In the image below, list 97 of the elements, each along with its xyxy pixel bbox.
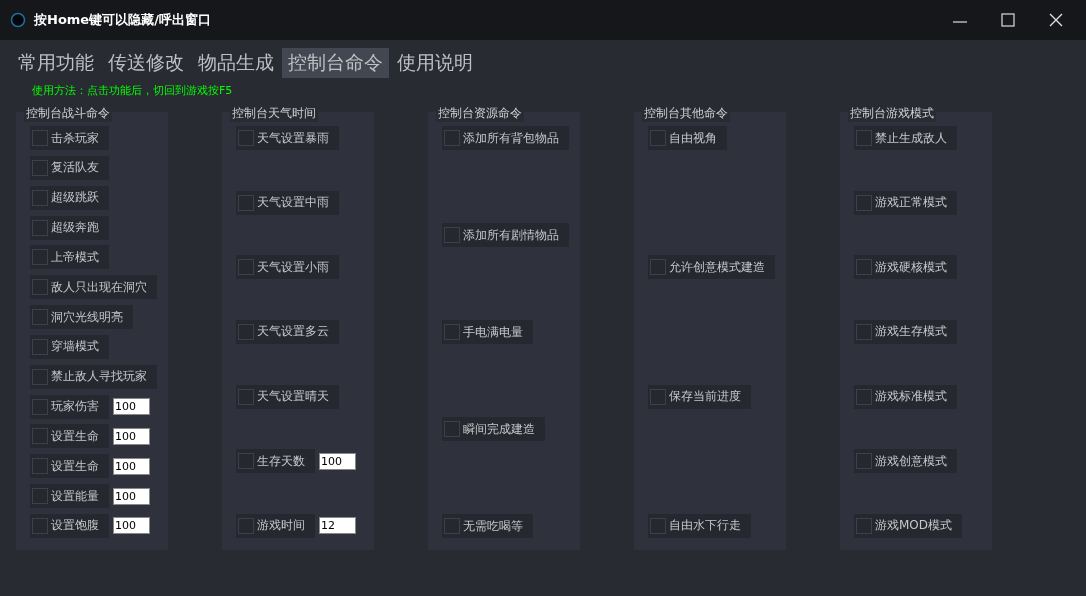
checkbox[interactable] [32,488,48,505]
checkbox-item[interactable]: 天气设置中雨 [236,190,339,215]
checkbox[interactable] [856,453,872,470]
maximize-icon [1001,13,1015,27]
tab[interactable]: 使用说明 [391,48,479,78]
checkbox[interactable] [32,309,48,326]
minimize-icon [953,21,967,23]
usage-hint: 使用方法：点击功能后，切回到游戏按F5 [32,84,233,97]
value-field[interactable]: 100 [113,517,150,535]
value-field[interactable]: 12 [319,517,356,535]
checkbox[interactable] [856,130,872,146]
tab[interactable]: 常用功能 [12,48,100,78]
checkbox-item[interactable]: 游戏硬核模式 [854,255,957,280]
checkbox[interactable] [32,189,48,206]
checkbox-item[interactable]: 手电满电量 [442,320,533,344]
checkbox-item[interactable]: 天气设置暴雨 [236,126,339,150]
checkbox-item[interactable]: 保存当前进度 [648,384,751,409]
group-title: 控制台游戏模式 [848,105,936,122]
checkbox-item[interactable]: 游戏创意模式 [854,449,957,474]
value-field[interactable]: 100 [319,452,356,470]
checkbox[interactable] [444,421,460,437]
checkbox-item[interactable]: 生存天数 [236,449,315,474]
checkbox[interactable] [32,279,48,296]
checkbox-item[interactable]: 天气设置多云 [236,319,339,344]
checkbox-item[interactable]: 自由水下行走 [648,514,751,538]
value-field[interactable]: 100 [113,487,150,505]
checkbox-item[interactable]: 游戏MOD模式 [854,513,963,538]
checkbox-item[interactable]: 添加所有剧情物品 [442,223,569,247]
tab[interactable]: 传送修改 [102,48,190,78]
checkbox-item[interactable]: 天气设置晴天 [236,384,339,409]
checkbox[interactable] [444,324,460,340]
checkbox[interactable] [238,323,254,340]
tab[interactable]: 物品生成 [192,48,280,78]
checkbox-item[interactable]: 玩家伤害 [30,394,109,419]
checkbox[interactable] [856,194,872,211]
close-icon [1049,13,1063,27]
checkbox[interactable] [650,259,666,276]
checkbox[interactable] [32,517,48,534]
checkbox-item[interactable]: 天气设置小雨 [236,255,339,280]
checkbox-item[interactable]: 游戏标准模式 [854,384,957,409]
checkbox[interactable] [32,159,48,176]
checkbox-item[interactable]: 设置生命 [30,424,109,449]
checkbox-item[interactable]: 游戏正常模式 [854,190,957,215]
checkbox[interactable] [32,249,48,266]
checkbox[interactable] [238,453,254,470]
checkbox[interactable] [856,388,872,405]
checkbox-item[interactable]: 设置能量 [30,484,109,509]
value-field[interactable]: 100 [113,457,150,475]
tab[interactable]: 控制台命令 [282,48,389,78]
checkbox-item[interactable]: 敌人只出现在洞穴 [30,275,157,300]
checkbox[interactable] [856,259,872,276]
checkbox-item[interactable]: 禁止生成敌人 [854,126,957,150]
checkbox-item[interactable]: 自由视角 [648,126,727,150]
checkbox[interactable] [650,130,666,146]
checkbox[interactable] [444,130,460,146]
checkbox-item[interactable]: 超级跳跃 [30,185,109,210]
window-title: 按Home键可以隐藏/呼出窗口 [34,11,212,29]
checkbox[interactable] [238,130,254,146]
group-title: 控制台资源命令 [436,105,524,122]
checkbox-item[interactable]: 允许创意模式建造 [648,255,775,280]
checkbox[interactable] [32,130,48,146]
checkbox[interactable] [238,194,254,211]
checkbox-item[interactable]: 设置生命 [30,454,109,479]
checkbox-item[interactable]: 上帝模式 [30,245,109,270]
checkbox[interactable] [856,517,872,534]
checkbox[interactable] [856,323,872,340]
checkbox[interactable] [444,227,460,243]
checkbox[interactable] [32,368,48,385]
checkbox-item[interactable]: 超级奔跑 [30,215,109,240]
checkbox[interactable] [32,398,48,415]
checkbox-item[interactable]: 添加所有背包物品 [442,126,569,150]
value-field[interactable]: 100 [113,427,150,445]
checkbox[interactable] [650,518,666,534]
checkbox[interactable] [238,259,254,276]
checkbox[interactable] [238,388,254,405]
checkbox-item[interactable]: 游戏时间 [236,513,315,538]
group-title: 控制台战斗命令 [24,105,112,122]
group-title: 控制台天气时间 [230,105,318,122]
group-title: 控制台其他命令 [642,105,730,122]
checkbox[interactable] [32,338,48,355]
checkbox-item[interactable]: 无需吃喝等 [442,514,533,538]
checkbox-item[interactable]: 复活队友 [30,155,109,180]
checkbox-item[interactable]: 击杀玩家 [30,126,109,150]
checkbox[interactable] [32,428,48,445]
checkbox[interactable] [444,518,460,534]
checkbox-item[interactable]: 穿墙模式 [30,334,109,359]
app-icon [10,12,26,28]
checkbox-item[interactable]: 禁止敌人寻找玩家 [30,364,157,389]
checkbox[interactable] [238,517,254,534]
checkbox[interactable] [650,388,666,405]
checkbox-item[interactable]: 洞穴光线明亮 [30,305,133,330]
checkbox-item[interactable]: 游戏生存模式 [854,319,957,344]
value-field[interactable]: 100 [113,398,150,416]
checkbox[interactable] [32,219,48,236]
checkbox[interactable] [32,458,48,475]
checkbox-item[interactable]: 设置饱腹 [30,513,109,538]
checkbox-item[interactable]: 瞬间完成建造 [442,417,545,441]
